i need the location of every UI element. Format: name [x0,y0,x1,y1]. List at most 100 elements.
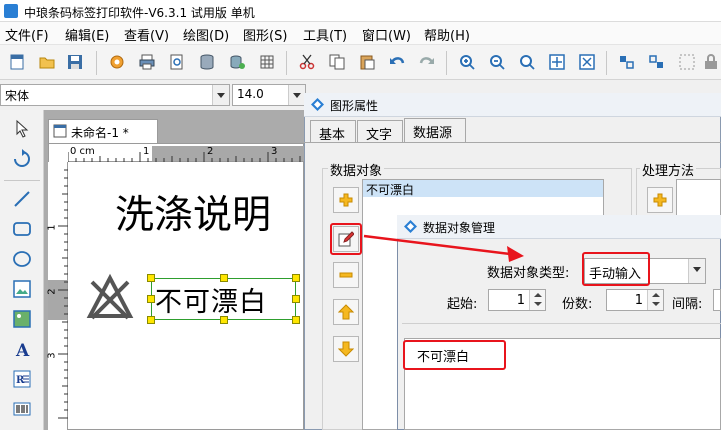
zoom-in-icon[interactable] [458,53,476,71]
menu-draw[interactable]: 绘图(D) [183,25,229,44]
remove-data-object-button[interactable] [333,262,359,288]
new-file-icon[interactable] [8,53,26,71]
lock-icon[interactable] [702,53,720,71]
highlight-content [403,340,506,370]
barcode-tool-icon[interactable] [11,398,33,420]
ungroup-icon[interactable] [678,53,696,71]
resize-handle[interactable] [292,274,300,282]
minus-icon [339,272,353,278]
arrow-up-icon [338,304,354,320]
database-icon[interactable] [198,53,216,71]
font-family-value: 宋体 [5,89,30,103]
group-icon[interactable] [648,53,666,71]
picture-tool-icon[interactable] [11,308,33,330]
save-icon[interactable] [66,53,84,71]
no-bleach-text[interactable]: 不可漂白 [155,280,267,319]
resize-handle[interactable] [292,295,300,303]
ruler-label: 1 [46,224,58,231]
highlight-data-type [582,252,650,286]
chevron-down-icon[interactable] [688,259,705,283]
grid-icon[interactable] [258,53,276,71]
resize-handle[interactable] [292,316,300,324]
spin-arrows-icon[interactable] [529,290,545,310]
resize-handle[interactable] [220,316,228,324]
list-item-label: 不可漂白 [366,183,415,197]
dialog-divider [402,323,721,324]
ruler-origin: 0 cm [70,146,95,157]
settings-gear-icon[interactable] [108,53,126,71]
text-tool-icon[interactable]: A [11,338,33,360]
interval-input[interactable] [713,289,721,311]
tab-divider [304,142,721,143]
align-icon[interactable] [618,53,636,71]
menu-window[interactable]: 窗口(W) [362,25,411,44]
rich-text-tool-icon[interactable]: R [11,368,33,390]
vertical-ruler: 1 2 3 [46,162,68,430]
move-up-button[interactable] [333,299,359,325]
interval-label: 间隔: [672,297,703,312]
resize-handle[interactable] [147,316,155,324]
tab-basic[interactable]: 基本 [310,120,356,143]
svg-text:A: A [15,341,30,360]
paste-icon[interactable] [358,53,376,71]
window-title: 中琅条码标签打印软件-V6.3.1 试用版 单机 [24,6,255,20]
menu-view[interactable]: 查看(V) [124,25,169,44]
menu-shape[interactable]: 图形(S) [243,25,287,44]
menu-help[interactable]: 帮助(H) [424,25,470,44]
chevron-down-icon[interactable] [212,85,229,105]
plus-icon [653,193,667,207]
fit-page-icon[interactable] [548,53,566,71]
process-method-list[interactable] [676,179,721,219]
menu-edit[interactable]: 编辑(E) [65,25,109,44]
main-toolbar [0,44,721,80]
ellipse-tool-icon[interactable] [11,248,33,270]
svg-text:R: R [16,375,25,386]
move-down-button[interactable] [333,336,359,362]
resize-handle[interactable] [220,274,228,282]
actual-size-icon[interactable] [578,53,596,71]
rotate-icon[interactable] [11,148,33,170]
select-pointer-icon[interactable] [11,118,33,140]
spin-arrows-icon[interactable] [647,290,663,310]
data-object-label: 数据对象 [328,160,385,179]
image-tool-icon[interactable] [11,278,33,300]
line-tool-icon[interactable] [11,188,33,210]
ruler-label: 3 [271,146,278,157]
cut-icon[interactable] [298,53,316,71]
database-settings-icon[interactable] [228,53,246,71]
undo-icon[interactable] [388,53,406,71]
copies-input[interactable]: 1 [606,289,664,311]
menu-file[interactable]: 文件(F) [5,25,49,44]
open-folder-icon[interactable] [38,53,56,71]
drawing-toolbar: A R [0,110,44,430]
font-family-select[interactable]: 宋体 [0,84,230,106]
rectangle-tool-icon[interactable] [11,218,33,240]
zoom-fit-icon[interactable] [518,53,536,71]
tab-text[interactable]: 文字 [357,120,403,143]
zoom-out-icon[interactable] [488,53,506,71]
menu-tools[interactable]: 工具(T) [303,25,347,44]
shape-properties-titlebar[interactable]: 图形属性 [304,93,721,117]
wash-instructions-title[interactable]: 洗涤说明 [115,184,271,240]
font-size-value: 14.0 [237,87,264,101]
start-input[interactable]: 1 [488,289,546,311]
ruler-label: 2 [46,288,58,295]
no-bleach-icon[interactable] [84,272,136,324]
add-data-object-button[interactable] [333,187,359,213]
list-item[interactable]: 不可漂白 [363,180,603,197]
copy-icon[interactable] [328,53,346,71]
horizontal-ruler: 0 cm 1 2 3 [68,146,304,162]
annotation-arrow-icon [363,234,524,262]
tab-data-source[interactable]: 数据源 [404,118,466,142]
font-size-select[interactable]: 14.0 [232,84,306,106]
add-process-button[interactable] [647,187,673,213]
document-tab[interactable]: 未命名-1 * [48,119,158,143]
chevron-down-icon[interactable] [288,85,305,105]
resize-handle[interactable] [147,274,155,282]
print-icon[interactable] [138,53,156,71]
ruler-label: 3 [46,352,58,359]
ruler-label: 1 [143,146,150,157]
print-preview-icon[interactable] [168,53,186,71]
resize-handle[interactable] [147,295,155,303]
redo-icon[interactable] [418,53,436,71]
